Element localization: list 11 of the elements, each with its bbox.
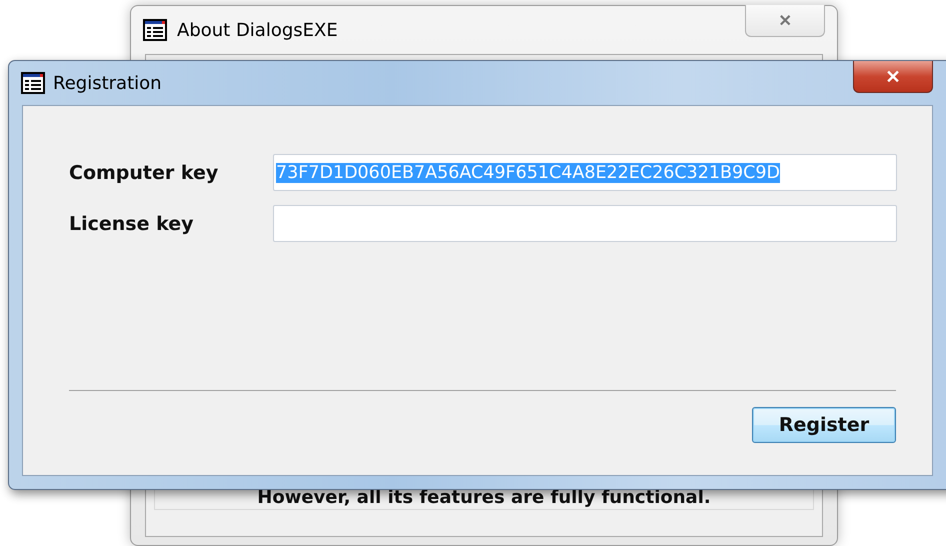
field-label: License key xyxy=(69,212,195,234)
field-label: Computer key xyxy=(69,162,220,184)
close-button[interactable]: ✕ xyxy=(745,5,825,37)
input-field[interactable]: 73F7D1D060EB7A56AC49F651C4A8E22EC26C321B9C9D xyxy=(273,154,897,191)
input-field[interactable] xyxy=(273,205,897,242)
window-icon xyxy=(21,72,45,94)
register-button[interactable]: Register xyxy=(752,407,896,443)
window-title: About DialogsEXE xyxy=(177,20,339,40)
window-title: Registration xyxy=(53,72,163,94)
close-button[interactable]: ✕ xyxy=(853,61,933,93)
window-icon xyxy=(143,19,167,41)
